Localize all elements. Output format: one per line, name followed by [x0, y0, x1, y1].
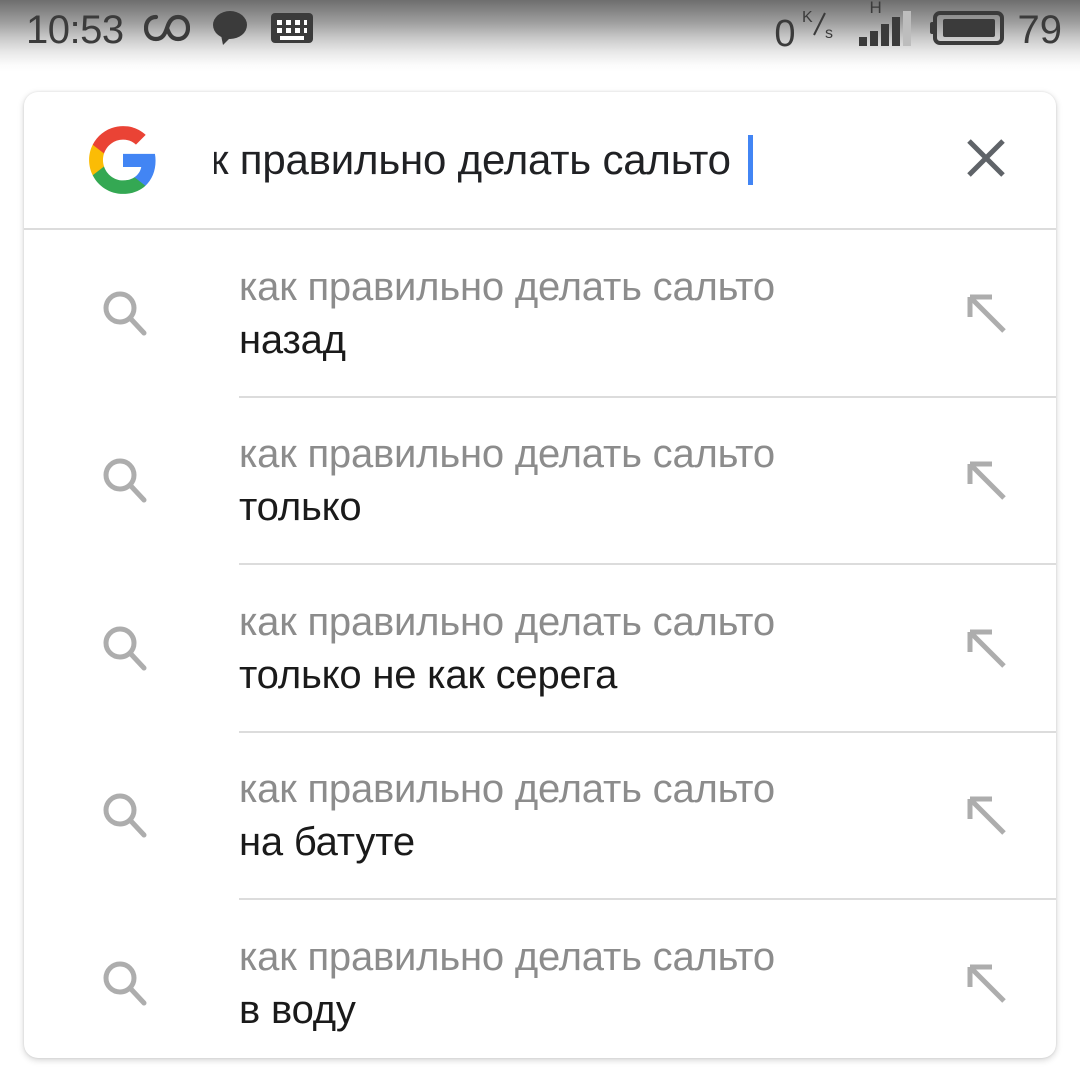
suggestion-prefix: как правильно делать сальто: [239, 934, 775, 979]
close-icon: [960, 132, 1012, 189]
suggestion-text: как правильно делать сальто назад: [239, 261, 926, 367]
suggestion-row[interactable]: как правильно делать сальто назад: [24, 230, 1056, 398]
svg-text:s: s: [825, 25, 833, 42]
suggestion-completion: назад: [239, 317, 346, 362]
keyboard-icon: [270, 11, 314, 50]
suggestion-completion: на батуте: [239, 820, 415, 865]
network-speed-unit: K s: [800, 7, 844, 49]
suggestion-completion: только не как серега: [239, 652, 618, 697]
suggestion-text: как правильно делать сальто в воду: [239, 931, 926, 1037]
search-icon: [97, 453, 153, 509]
suggestion-row[interactable]: как правильно делать сальто на батуте: [24, 733, 1056, 900]
insert-suggestion-arrow-icon[interactable]: [960, 622, 1014, 676]
network-speed-indicator: 0 K s: [774, 8, 843, 53]
infinity-icon: [143, 13, 190, 48]
suggestion-text: как правильно делать сальто только не ка…: [239, 596, 926, 702]
suggestion-completion: в воду: [239, 987, 356, 1032]
suggestion-text: как правильно делать сальто на батуте: [239, 763, 926, 869]
search-icon: [97, 621, 153, 677]
network-type-label: H: [869, 0, 882, 17]
search-suggestion-card: ак правильно делать сальто как правильно…: [24, 92, 1056, 1058]
signal-strength-icon: H: [858, 0, 916, 52]
search-icon: [97, 956, 153, 1012]
search-bar: ак правильно делать сальто: [24, 92, 1056, 230]
status-bar-left-group: 10:53: [26, 0, 314, 60]
search-icon: [97, 286, 153, 342]
search-input[interactable]: ак правильно делать сальто: [214, 92, 916, 228]
suggestion-text: как правильно делать сальто только: [239, 428, 926, 534]
insert-suggestion-arrow-icon[interactable]: [960, 454, 1014, 508]
suggestion-prefix: как правильно делать сальто: [239, 264, 775, 309]
suggestion-prefix: как правильно делать сальто: [239, 432, 775, 477]
chat-bubble-icon: [210, 9, 250, 52]
suggestion-row[interactable]: как правильно делать сальто в воду: [24, 900, 1056, 1058]
insert-suggestion-arrow-icon[interactable]: [960, 957, 1014, 1011]
suggestion-row[interactable]: как правильно делать сальто только не ка…: [24, 565, 1056, 733]
google-g-logo-icon: [86, 123, 160, 197]
suggestion-prefix: как правильно делать сальто: [239, 599, 775, 644]
suggestion-list: как правильно делать сальто назад как пр…: [24, 230, 1056, 1058]
suggestion-prefix: как правильно делать сальто: [239, 767, 775, 812]
search-input-value: ак правильно делать сальто: [214, 136, 731, 183]
insert-suggestion-arrow-icon[interactable]: [960, 789, 1014, 843]
status-bar-clock: 10:53: [26, 8, 124, 52]
battery-percent-label: 79: [1017, 8, 1063, 52]
search-icon: [97, 788, 153, 844]
network-speed-value: 0: [774, 12, 796, 55]
suggestion-completion: только: [239, 485, 362, 530]
svg-text:K: K: [802, 9, 813, 26]
status-bar: 10:53 0 K s H 79: [0, 0, 1080, 72]
battery-icon: [929, 8, 1006, 53]
clear-search-button[interactable]: [958, 132, 1014, 188]
text-caret: [747, 135, 753, 185]
suggestion-row[interactable]: как правильно делать сальто только: [24, 398, 1056, 565]
status-bar-right-group: 0 K s H 79: [774, 0, 1062, 60]
insert-suggestion-arrow-icon[interactable]: [960, 287, 1014, 341]
